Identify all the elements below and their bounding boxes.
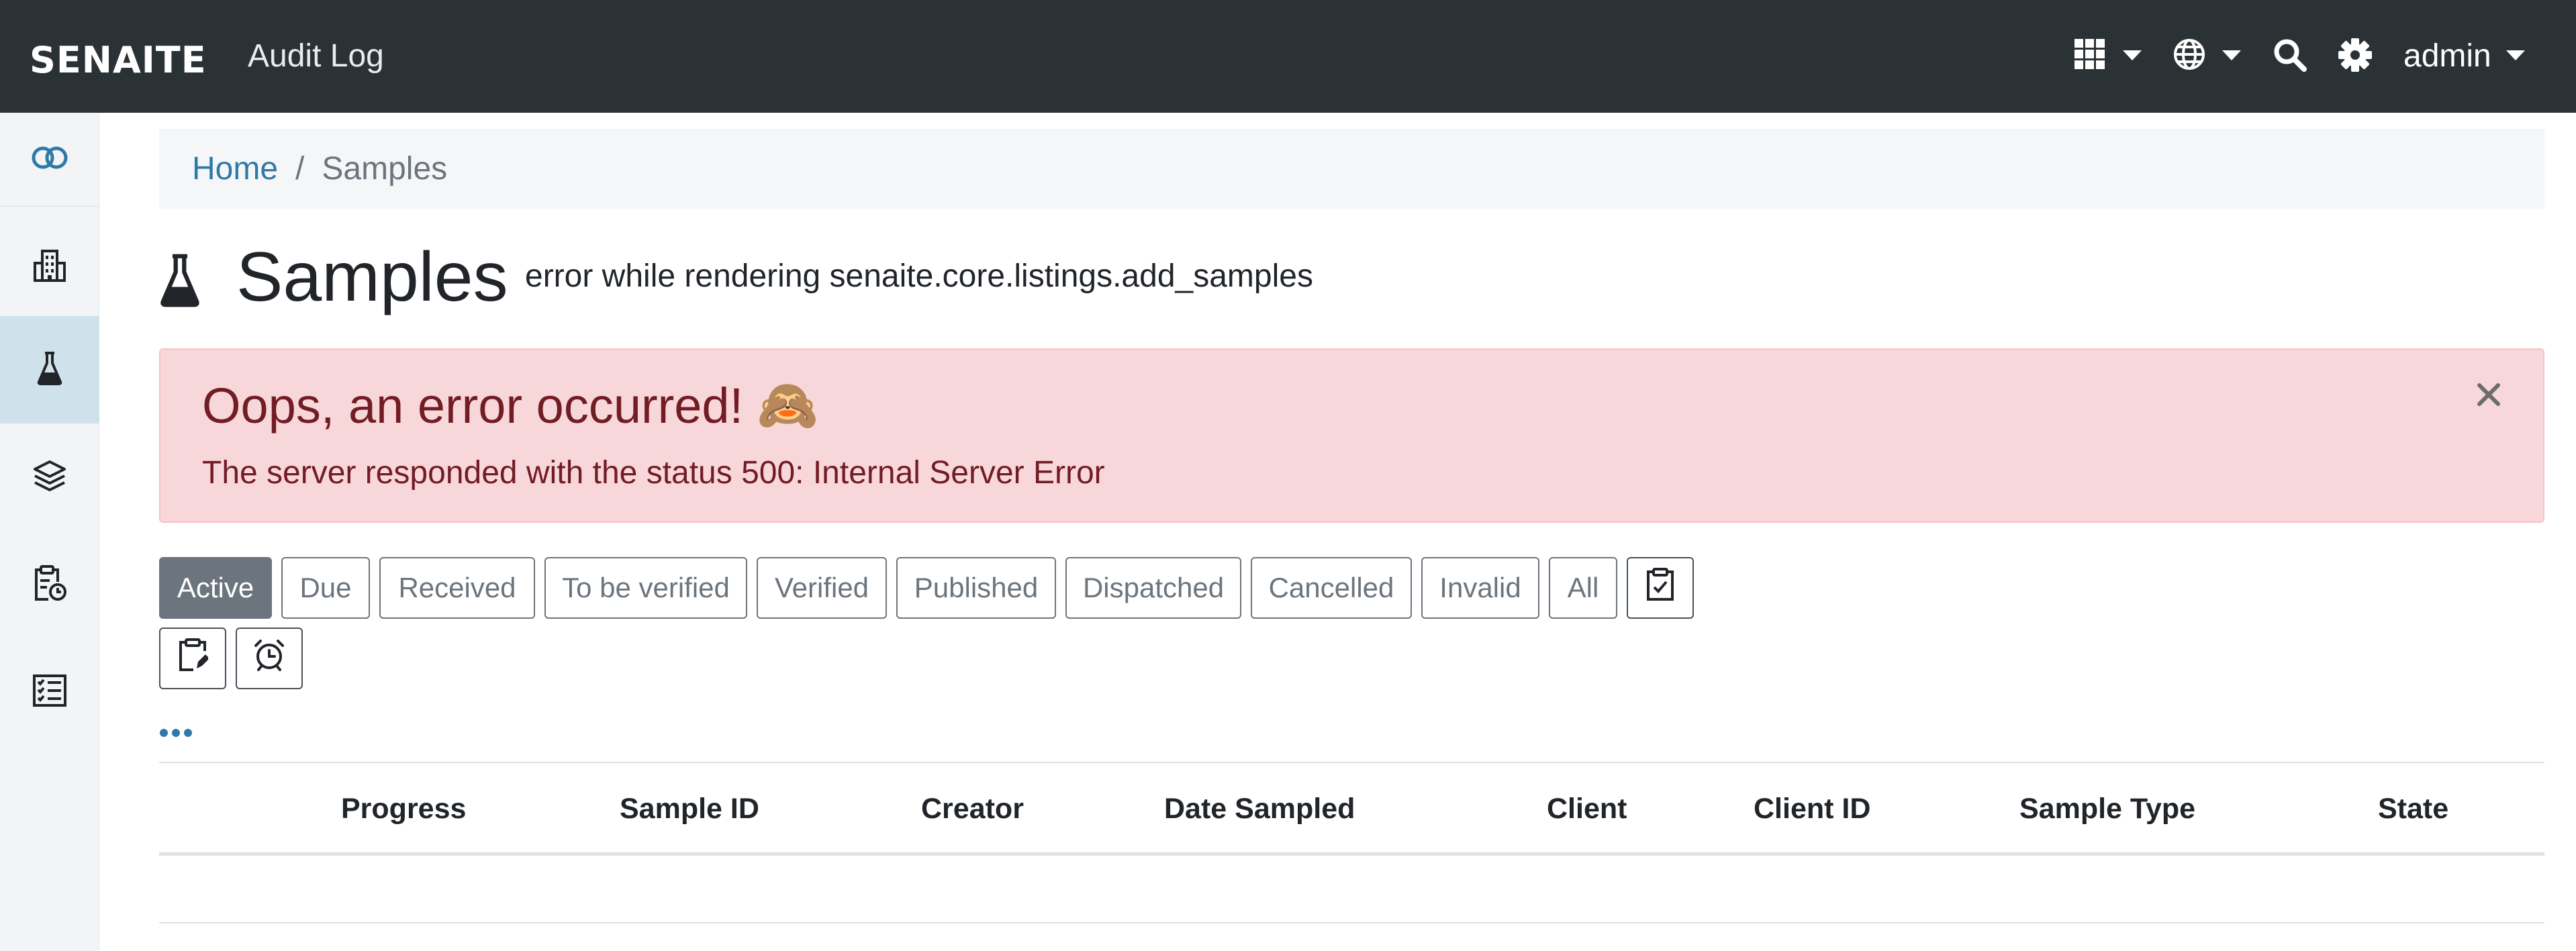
senaite-logo[interactable]: SENAITE <box>30 39 207 81</box>
column-header-client[interactable]: Client <box>1547 793 1627 825</box>
filter-dispatched-button[interactable]: Dispatched <box>1065 557 1241 619</box>
review-state-filters: Active Due Received To be verified Verif… <box>159 557 1694 619</box>
chevron-down-icon[interactable] <box>2222 50 2241 60</box>
breadcrumb-separator: / <box>295 151 305 187</box>
breadcrumb: Home / Samples <box>159 129 2544 209</box>
breadcrumb-current: Samples <box>322 151 448 187</box>
table-empty-row-border <box>159 922 2544 923</box>
alert-heading-text: Oops, an error occurred! <box>202 378 744 434</box>
filter-cancelled-button[interactable]: Cancelled <box>1251 557 1412 619</box>
close-icon[interactable] <box>2476 382 2501 411</box>
column-header-sample-type[interactable]: Sample Type <box>2019 793 2195 825</box>
column-header-client-id[interactable]: Client ID <box>1754 793 1870 825</box>
filter-to-be-verified-button[interactable]: To be verified <box>544 557 747 619</box>
search-icon[interactable] <box>2273 38 2307 76</box>
flask-icon <box>158 253 201 311</box>
alert-heading: Oops, an error occurred! 🙈 <box>202 377 818 435</box>
filter-all-button[interactable]: All <box>1549 557 1617 619</box>
breadcrumb-home-link[interactable]: Home <box>192 150 278 187</box>
column-header-date-sampled[interactable]: Date Sampled <box>1164 793 1355 825</box>
clipboard-check-icon <box>1645 567 1676 609</box>
filter-received-button[interactable]: Received <box>379 557 535 619</box>
toggle-icon <box>31 146 68 173</box>
filter-published-button[interactable]: Published <box>896 557 1056 619</box>
more-options-icon[interactable] <box>159 728 193 742</box>
column-header-sample-id[interactable]: Sample ID <box>620 793 759 825</box>
error-alert: Oops, an error occurred! 🙈 The server re… <box>159 348 2544 523</box>
grid-icon[interactable] <box>2073 38 2107 74</box>
filter-unassigned-button[interactable] <box>159 628 226 689</box>
filter-due-button[interactable]: Due <box>281 557 370 619</box>
see-no-evil-monkey-icon: 🙈 <box>757 377 819 433</box>
nav-audit-log-link[interactable]: Audit Log <box>248 38 384 74</box>
sidebar-item-batches[interactable] <box>0 423 99 531</box>
layers-icon <box>32 459 67 496</box>
top-navbar: SENAITE Audit Log admin <box>0 0 2576 113</box>
column-header-creator[interactable]: Creator <box>921 793 1024 825</box>
filter-invalid-button[interactable]: Invalid <box>1421 557 1539 619</box>
sidebar-item-analyses[interactable] <box>0 638 99 746</box>
clipboard-clock-icon <box>32 564 67 605</box>
render-error-text: error while rendering senaite.core.listi… <box>525 258 1313 294</box>
building-icon <box>33 248 66 287</box>
column-header-state[interactable]: State <box>2378 793 2448 825</box>
alert-message: The server responded with the status 500… <box>202 455 1105 491</box>
gear-icon[interactable] <box>2338 38 2373 76</box>
chevron-down-icon[interactable] <box>2506 50 2525 60</box>
clipboard-edit-icon <box>177 638 209 679</box>
page-title: Samples <box>236 238 508 316</box>
filter-verified-button[interactable]: Verified <box>757 557 887 619</box>
sidebar-item-worksheets[interactable] <box>0 531 99 638</box>
samples-table-header: Progress Sample ID Creator Date Sampled … <box>159 763 2544 856</box>
filter-late-button[interactable] <box>236 628 303 689</box>
checklist-icon <box>32 674 67 711</box>
sidebar <box>0 113 99 951</box>
sidebar-item-samples[interactable] <box>0 316 99 423</box>
sidebar-toggle[interactable] <box>0 113 99 207</box>
filter-assigned-button[interactable] <box>1627 557 1694 619</box>
sidebar-item-clients[interactable] <box>0 213 99 321</box>
globe-icon[interactable] <box>2173 38 2206 74</box>
filter-active-button[interactable]: Active <box>159 557 272 619</box>
alarm-clock-icon <box>252 638 287 679</box>
chevron-down-icon[interactable] <box>2123 50 2142 60</box>
column-header-progress[interactable]: Progress <box>341 793 466 825</box>
user-menu[interactable]: admin <box>2403 38 2491 74</box>
flask-icon <box>36 351 63 389</box>
review-state-filters-row2 <box>159 628 303 689</box>
